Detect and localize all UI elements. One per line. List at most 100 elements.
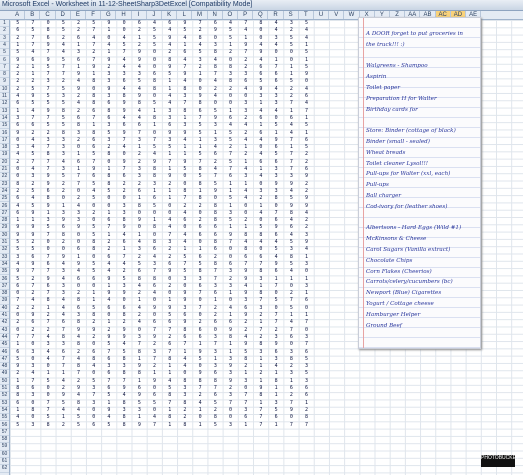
cell[interactable]: 9 [116,334,131,341]
cell[interactable]: 1 [177,115,192,122]
cell[interactable]: 1 [253,356,268,363]
cell[interactable]: 3 [253,349,268,356]
cell[interactable]: 2 [25,181,40,188]
column-header-a[interactable]: A [10,11,26,19]
cell[interactable]: 6 [10,122,25,129]
cell[interactable]: 7 [192,159,207,166]
row-header-3[interactable]: 3 [0,35,9,42]
cell[interactable]: 9 [132,422,147,429]
row-header-23[interactable]: 23 [0,181,9,188]
cell[interactable]: 7 [40,71,55,78]
row-header-47[interactable]: 47 [0,356,9,364]
cell[interactable]: 0 [253,181,268,188]
cell[interactable]: 9 [132,57,147,64]
cell[interactable]: 1 [192,422,207,429]
cell[interactable]: 1 [238,35,253,42]
cell[interactable]: 7 [208,341,223,348]
cell[interactable]: 1 [132,297,147,304]
row-header-34[interactable]: 34 [0,261,9,269]
cell[interactable]: 5 [177,254,192,261]
cell[interactable]: 4 [238,137,253,144]
cell[interactable]: 4 [10,203,25,210]
column-header-m[interactable]: M [192,11,208,19]
cell[interactable]: 3 [71,312,86,319]
cell[interactable]: 0 [116,297,131,304]
cell[interactable]: 2 [253,195,268,202]
cell[interactable]: 8 [116,312,131,319]
cell[interactable]: 2 [25,130,40,137]
cell[interactable]: 2 [101,239,116,246]
column-header-r[interactable]: R [268,11,284,19]
cell[interactable]: 1 [238,224,253,231]
cell[interactable]: 9 [40,181,55,188]
cell[interactable]: 6 [223,319,238,326]
cell[interactable]: 6 [268,159,283,166]
cell[interactable]: 3 [132,334,147,341]
cell[interactable]: 6 [268,78,283,85]
column-header-u[interactable]: U [314,11,330,19]
cell[interactable]: 0 [40,20,55,27]
cell[interactable]: 0 [71,239,86,246]
cell[interactable]: 6 [147,195,162,202]
column-header-g[interactable]: G [101,11,117,19]
cell[interactable]: 0 [223,414,238,421]
cell[interactable]: 5 [132,261,147,268]
cell[interactable]: 9 [101,86,116,93]
cell[interactable]: 4 [10,93,25,100]
cell[interactable]: 6 [162,319,177,326]
cell[interactable]: 1 [25,71,40,78]
cell[interactable]: 2 [71,108,86,115]
cell[interactable]: 0 [162,210,177,217]
cell[interactable]: 1 [71,254,86,261]
cell[interactable]: 8 [10,181,25,188]
cell[interactable]: 1 [268,57,283,64]
cell[interactable]: 1 [223,290,238,297]
cell[interactable]: 2 [208,159,223,166]
cell[interactable]: 3 [132,137,147,144]
cell[interactable]: 3 [238,407,253,414]
cell[interactable]: 2 [147,363,162,370]
cell[interactable]: 0 [147,49,162,56]
cell[interactable]: 7 [284,137,299,144]
cell[interactable]: 7 [56,71,71,78]
cell[interactable]: 4 [299,210,310,217]
cell[interactable]: 9 [147,378,162,385]
cell[interactable]: 1 [177,349,192,356]
cell[interactable]: 3 [208,283,223,290]
cell[interactable]: 0 [147,130,162,137]
row-header-48[interactable]: 48 [0,363,9,371]
cell[interactable]: 7 [177,64,192,71]
cell[interactable]: 7 [86,115,101,122]
cell[interactable]: 5 [56,100,71,107]
cell[interactable]: 0 [86,370,101,377]
cell[interactable]: 7 [116,378,131,385]
cell[interactable]: 7 [177,100,192,107]
cell[interactable]: 6 [25,385,40,392]
cell[interactable]: 8 [116,356,131,363]
cell[interactable]: 4 [238,239,253,246]
cell[interactable]: 4 [238,188,253,195]
row-header-14[interactable]: 14 [0,115,9,123]
cell[interactable]: 1 [253,203,268,210]
cell[interactable]: 6 [86,276,101,283]
cell[interactable]: 5 [268,122,283,129]
cell[interactable]: 5 [86,20,101,27]
cell[interactable]: 0 [223,93,238,100]
cell[interactable]: 9 [101,20,116,27]
cell[interactable]: 9 [101,290,116,297]
cell[interactable]: 8 [56,232,71,239]
cell[interactable]: 8 [101,151,116,158]
cell[interactable]: 4 [268,108,283,115]
cell[interactable]: 0 [86,254,101,261]
cell[interactable]: 5 [268,407,283,414]
cell[interactable]: 3 [284,20,299,27]
cell[interactable]: 9 [299,203,310,210]
cell[interactable]: 9 [238,290,253,297]
cell[interactable]: 2 [101,246,116,253]
cell[interactable]: 3 [101,78,116,85]
cell[interactable]: 2 [223,385,238,392]
cell[interactable]: 6 [223,115,238,122]
cell[interactable]: 9 [25,224,40,231]
cell[interactable]: 4 [268,254,283,261]
cell[interactable]: 5 [10,49,25,56]
